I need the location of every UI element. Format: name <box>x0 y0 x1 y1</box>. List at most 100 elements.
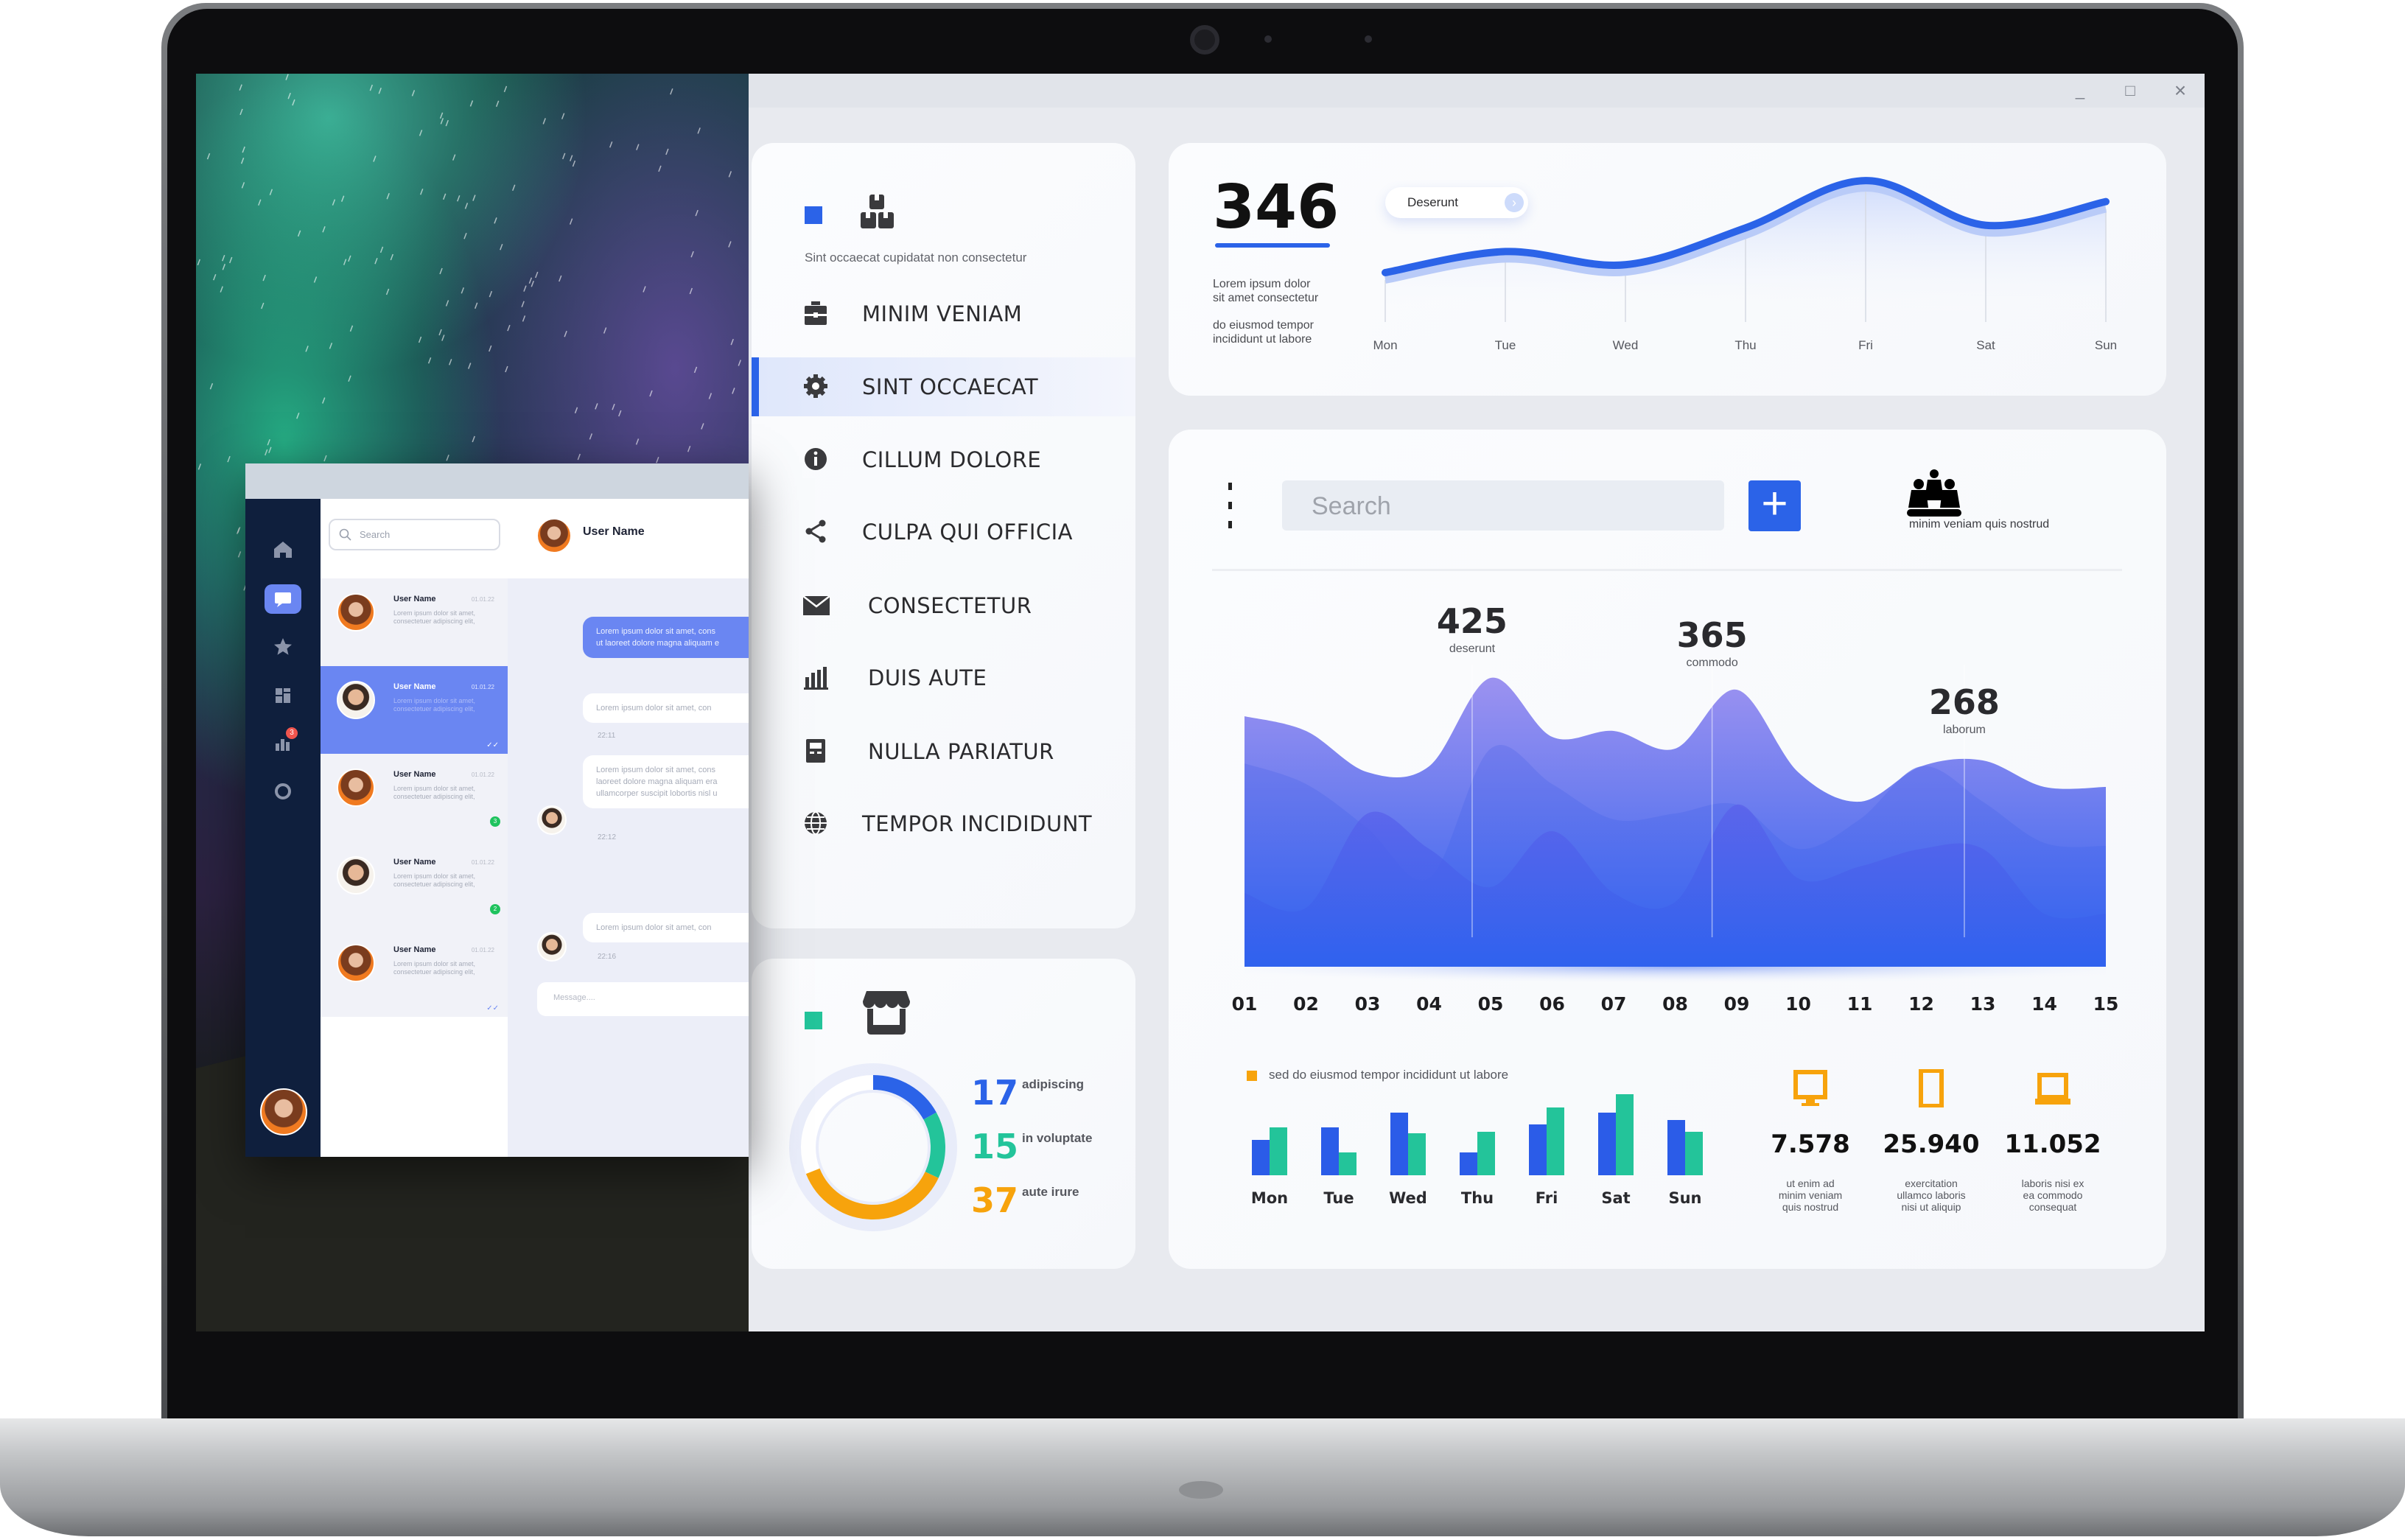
bar-x-label: Mon <box>1251 1189 1288 1207</box>
sidebar-star-button[interactable] <box>270 634 296 660</box>
star-streak <box>693 366 698 374</box>
mail-icon <box>802 595 830 615</box>
boxes-icon <box>861 195 894 228</box>
nav-item-duis-aute[interactable]: DUIS AUTE <box>752 648 1135 707</box>
x-tick-label: 11 <box>1847 993 1873 1015</box>
star-streak <box>411 90 416 97</box>
star-streak <box>730 338 734 346</box>
star-streak <box>564 330 567 337</box>
donut-segment-in-voluptate <box>923 1112 945 1178</box>
bar-Wed-series-2 <box>1408 1133 1426 1175</box>
sender-avatar <box>537 805 567 835</box>
x-tick-label: Sun <box>2095 338 2117 352</box>
x-tick-label: Thu <box>1734 338 1756 352</box>
message-input[interactable]: Message.... <box>537 982 749 1016</box>
star-streak <box>420 188 424 195</box>
nav-item-minim-veniam[interactable]: MINIM VENIAM <box>752 284 1135 343</box>
chat-search-input[interactable]: Search <box>329 519 500 550</box>
nav-caption: Sint occaecat cupidatat non consectetur <box>805 251 1027 265</box>
conversation-item[interactable]: User Name 01.01.22 Lorem ipsum dolor sit… <box>321 666 508 754</box>
stat-caption: laboris nisi ex ea commodo consequat <box>1979 1177 2126 1213</box>
star-streak <box>296 413 300 419</box>
star-streak <box>522 315 526 322</box>
star-streak <box>595 403 598 410</box>
star-streak <box>670 88 673 95</box>
donut-label: aute irure <box>1022 1185 1079 1199</box>
x-tick-label: 13 <box>1970 993 1996 1015</box>
bar-chart: Mon Tue Wed Thu Fri Sat Sun <box>1251 1094 1703 1207</box>
sidebar-dashboard-button[interactable] <box>270 682 296 709</box>
conversation-item[interactable]: User Name 01.01.22 Lorem ipsum dolor sit… <box>321 929 508 1017</box>
laptop-screen: _ □ × Sint occaecat cupidatat non consec… <box>196 74 2205 1331</box>
conversation-item[interactable]: User Name 01.01.22 Lorem ipsum dolor sit… <box>321 578 508 666</box>
sidebar-home-button[interactable] <box>270 537 296 564</box>
star-streak <box>441 335 445 341</box>
sidebar-settings-button[interactable] <box>270 778 296 805</box>
star-streak <box>643 286 646 293</box>
star-streak <box>240 157 245 164</box>
star-streak <box>452 154 456 161</box>
star-streak <box>494 217 497 224</box>
star-streak <box>728 241 732 248</box>
nav-item-tempor-incididunt[interactable]: TEMPOR INCIDIDUNT <box>752 794 1135 853</box>
webcam <box>1190 25 1219 55</box>
conversation-time: 01.01.22 <box>471 684 494 690</box>
bar-Wed-series-1 <box>1390 1113 1408 1175</box>
donut-label: in voluptate <box>1022 1131 1093 1145</box>
star-streak <box>528 277 533 284</box>
summary-card: 346 Lorem ipsum dolor sit amet consectetu… <box>1169 143 2166 396</box>
gear-icon <box>804 374 827 398</box>
x-tick-label: 12 <box>1908 993 1934 1015</box>
nav-item-consectetur[interactable]: CONSECTETUR <box>752 576 1135 635</box>
close-button[interactable]: × <box>2169 80 2191 102</box>
bar-x-label: Thu <box>1461 1189 1494 1207</box>
unread-count-badge: 3 <box>490 816 500 827</box>
x-tick-label: 05 <box>1478 993 1504 1015</box>
sidebar-chat-button[interactable] <box>265 584 301 614</box>
star-streak <box>258 199 262 206</box>
message-line: ut laoreet dolore magna aliquam e <box>596 639 719 648</box>
x-tick-label: Wed <box>1613 338 1639 352</box>
chat-search-placeholder: Search <box>360 529 391 540</box>
star-streak <box>322 397 326 404</box>
x-tick-label: 03 <box>1355 993 1381 1015</box>
star-streak <box>332 199 336 206</box>
minimize-button[interactable]: _ <box>2069 80 2091 102</box>
conversation-preview: Lorem ipsum dolor sit amet, consectetuer… <box>393 872 476 888</box>
x-tick-label: 02 <box>1293 993 1319 1015</box>
nav-item-sint-occaecat[interactable]: SINT OCCAECAT <box>752 357 1135 416</box>
nav-item-label: TEMPOR INCIDIDUNT <box>862 811 1093 836</box>
current-user-avatar[interactable] <box>260 1088 307 1135</box>
bar-x-label: Wed <box>1389 1189 1427 1207</box>
maximize-button[interactable]: □ <box>2119 80 2141 102</box>
x-tick-label: 14 <box>2031 993 2057 1015</box>
star-streak <box>386 192 390 200</box>
star-streak <box>635 438 640 445</box>
bar-Fri-series-2 <box>1547 1107 1564 1175</box>
bar-Sat-series-1 <box>1598 1113 1616 1175</box>
nav-item-nulla-pariatur[interactable]: NULLA PARIATUR <box>752 722 1135 781</box>
conversation-item[interactable]: User Name 01.01.22 Lorem ipsum dolor sit… <box>321 754 508 841</box>
star-streak <box>313 276 318 283</box>
conversation-preview: Lorem ipsum dolor sit amet, consectetuer… <box>393 785 476 800</box>
message-time: 22:12 <box>598 833 617 841</box>
bar-x-label: Sat <box>1601 1189 1630 1207</box>
star-streak <box>468 363 472 369</box>
star-streak <box>665 148 669 155</box>
conversation-preview: Lorem ipsum dolor sit amet, consectetuer… <box>393 960 476 976</box>
conversation-item[interactable]: User Name 01.01.22 Lorem ipsum dolor sit… <box>321 841 508 929</box>
star-streak <box>618 410 622 417</box>
sidebar-chart-button[interactable]: 3 <box>270 727 298 757</box>
read-receipt-icon: ✓✓ <box>486 1004 499 1012</box>
nav-item-culpa-qui-officia[interactable]: CULPA QUI OFFICIA <box>752 503 1135 561</box>
nav-item-cillum-dolore[interactable]: CILLUM DOLORE <box>752 430 1135 489</box>
x-tick-label: 09 <box>1724 993 1750 1015</box>
star-streak <box>379 246 384 253</box>
x-tick-label: Sat <box>1976 338 1995 352</box>
bar-Sun-series-1 <box>1667 1120 1685 1175</box>
nav-item-label: CULPA QUI OFFICIA <box>862 519 1074 545</box>
blue-square-marker <box>805 206 822 224</box>
star-streak <box>340 195 345 202</box>
star-streak <box>589 433 593 440</box>
star-streak <box>239 108 243 116</box>
